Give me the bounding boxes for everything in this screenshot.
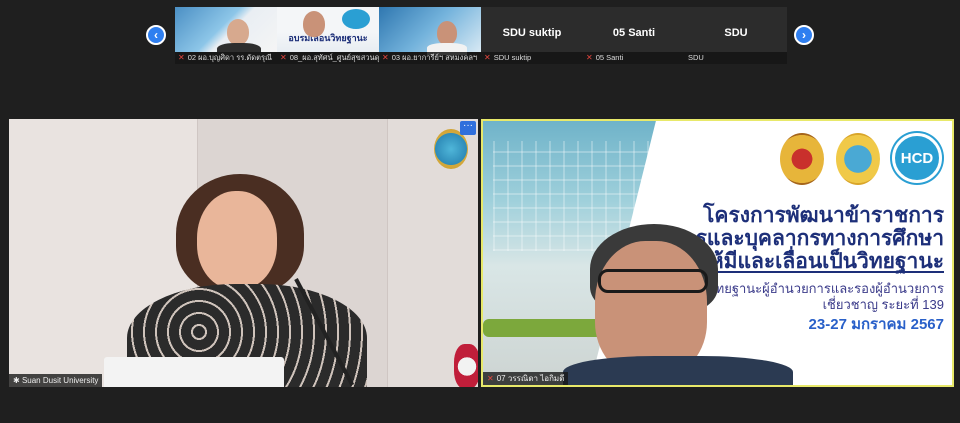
mic-off-icon: ✕ [586,53,593,62]
mic-off-icon: ✕ [487,374,494,383]
participant-video [379,7,481,55]
laptop [104,357,284,387]
participant-tile[interactable]: ✕ 02 ผอ.บุญศิดา รร.ดัดตรุณี [175,7,277,64]
participant-name: SDU suktip [502,27,562,39]
university-seal-icon [434,129,468,169]
participant-tile[interactable]: อบรมเลื่อนวิทยฐานะ ✕ 08_ผอ.สุทัศน์_ศูนย์ส… [277,7,379,64]
participant-face [303,11,325,37]
participant-face [437,21,457,45]
participant-caption: ✕ SDU suktip [481,52,583,64]
speaker-video-right[interactable]: HCD โครงการพัฒนาข้าราชการ ครูและบุคลากรท… [481,119,954,387]
participant-caption: ✕08_ผอ.สุทัศน์_ศูนย์สุขสวนดุสิต [277,52,379,64]
chevron-right-icon: › [802,28,806,42]
participant-caption: ✕ 05 Santi [583,52,685,64]
hcd-logo-icon [342,9,370,29]
participant-tile[interactable]: SDU SDU [685,7,787,64]
glasses [598,269,708,293]
participant-caption: ✕ 03 ผอ.ยาการีย์ฯ สหมงคลฯ [379,52,481,64]
participant-tile[interactable]: ✕ 03 ผอ.ยาการีย์ฯ สหมงคลฯ [379,7,481,64]
chevron-left-icon: ‹ [154,28,158,42]
speaker-face [197,191,277,289]
participant-caption: SDU [685,52,787,64]
participant-name-tag: ✕ 07 วรรณิดา ไอกิมดี [483,372,569,385]
more-options-button[interactable]: ··· [460,121,476,135]
flower-decoration [454,344,478,387]
participant-video: อบรมเลื่อนวิทยฐานะ [277,7,379,52]
nav-next-button[interactable]: › [794,25,814,45]
slide-date: 23-27 มกราคม 2567 [808,316,944,333]
university-emblem-icon [836,133,880,185]
participant-name-tag: ✱ Suan Dusit University [9,374,103,387]
participant-face [227,19,249,45]
pin-icon: ✱ [13,376,22,385]
thumb-banner-text: อบรมเลื่อนวิทยฐานะ [288,33,368,43]
speaker-video-left[interactable]: ··· ✱ Suan Dusit University [9,119,478,387]
mic-off-icon: ✕ [178,53,185,62]
hcd-logo: HCD [892,133,942,183]
mic-off-icon: ✕ [484,53,491,62]
participant-name: 05 Santi [612,27,656,39]
participant-caption: ✕ 02 ผอ.บุญศิดา รร.ดัดตรุณี [175,52,277,64]
speaker-body [563,356,793,385]
participant-video [175,7,277,57]
nav-prev-button[interactable]: ‹ [146,25,166,45]
participant-tile[interactable]: SDU suktip ✕ SDU suktip [481,7,583,64]
participant-name: SDU [724,27,748,39]
slide-logos: HCD [780,133,942,185]
mic-off-icon: ✕ [382,53,389,62]
ministry-emblem-icon [780,133,824,185]
participant-tile[interactable]: 05 Santi ✕ 05 Santi [583,7,685,64]
mic-off-icon: ✕ [280,53,287,62]
